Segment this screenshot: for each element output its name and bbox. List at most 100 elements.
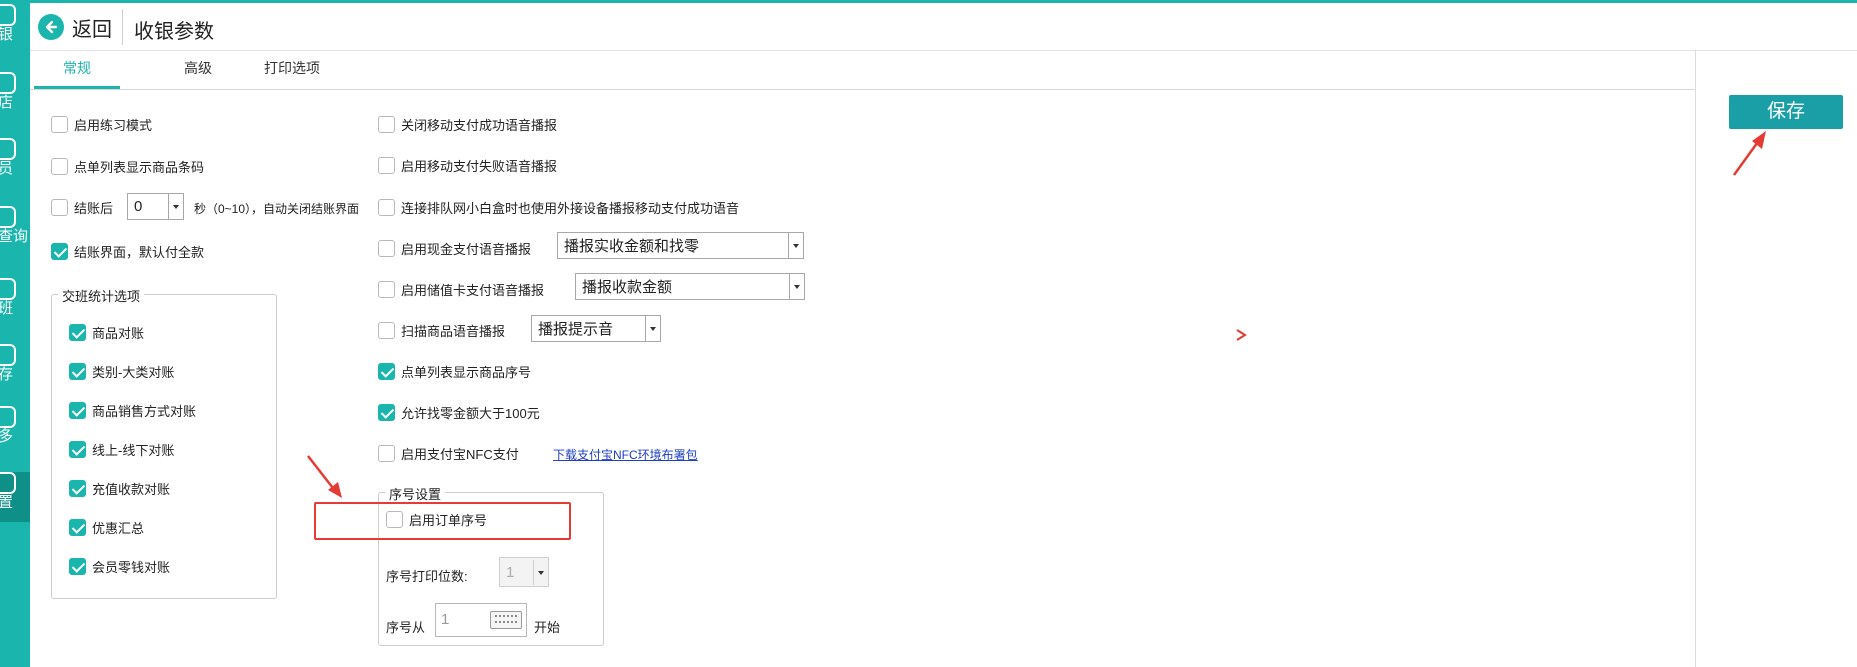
- practice-mode-checkbox[interactable]: 启用练习模式: [51, 115, 152, 134]
- sidebar-item-store[interactable]: 店: [0, 72, 30, 122]
- checkbox-label: 扫描商品语音播报: [401, 324, 506, 339]
- shift-stat-item[interactable]: 线上-线下对账: [69, 440, 174, 459]
- keyboard-icon[interactable]: [490, 611, 522, 629]
- alipay-nfc-checkbox[interactable]: 启用支付宝NFC支付: [378, 444, 519, 463]
- save-button[interactable]: 保存: [1729, 95, 1843, 129]
- dropdown-arrow-icon[interactable]: [645, 316, 660, 341]
- cash-voice-checkbox[interactable]: 启用现金支付语音播报: [378, 239, 531, 258]
- card-voice-select[interactable]: 播报收款金额: [575, 273, 805, 300]
- checkbox-label: 点单列表显示商品条码: [74, 160, 205, 175]
- tab-advanced[interactable]: 高级: [155, 52, 241, 86]
- checkbox-box[interactable]: [69, 324, 86, 341]
- sidebar-item-shift[interactable]: 班: [0, 278, 30, 328]
- sidebar-item-label: 银: [0, 26, 14, 43]
- checkbox-label: 连接排队网小白盒时也使用外接设备播报移动支付成功语音: [401, 201, 740, 216]
- sidebar-item-label: 查询: [0, 228, 29, 245]
- show-seq-checkbox[interactable]: 点单列表显示商品序号: [378, 362, 531, 381]
- auto-close-checkbox[interactable]: 结账后: [51, 198, 113, 217]
- scan-voice-select[interactable]: 播报提示音: [531, 315, 661, 342]
- checkbox-label: 线上-线下对账: [92, 443, 175, 458]
- serial-digits-select[interactable]: 1: [499, 557, 549, 587]
- serial-start-value: 1: [441, 611, 450, 628]
- sidebar-store-icon: [0, 72, 16, 94]
- checkbox-label: 商品对账: [92, 326, 145, 341]
- checkbox-box[interactable]: [378, 322, 395, 339]
- sidebar-item-settings[interactable]: 置: [0, 472, 30, 522]
- tab-print-options[interactable]: 打印选项: [247, 52, 337, 86]
- sidebar-item-label: 员: [0, 160, 14, 177]
- checkbox-label: 商品销售方式对账: [92, 404, 197, 419]
- auto-close-seconds-select[interactable]: 0: [127, 193, 184, 220]
- checkbox-box[interactable]: [51, 199, 68, 216]
- checkbox-label: 点单列表显示商品序号: [401, 365, 532, 380]
- annotation-highlight-box: [314, 502, 571, 540]
- checkbox-box[interactable]: [378, 363, 395, 380]
- back-button[interactable]: 返回: [38, 12, 112, 42]
- dropdown-arrow-icon[interactable]: [168, 194, 183, 219]
- checkbox-label: 会员零钱对账: [92, 560, 171, 575]
- sidebar-settings-icon: [0, 472, 16, 494]
- serial-start-suffix: 开始: [534, 620, 561, 635]
- shift-stat-item[interactable]: 会员零钱对账: [69, 557, 170, 576]
- dropdown-arrow-icon[interactable]: [788, 233, 803, 258]
- checkbox-box[interactable]: [69, 363, 86, 380]
- shift-stat-item[interactable]: 类别-大类对账: [69, 362, 174, 381]
- checkbox-box[interactable]: [378, 240, 395, 257]
- sidebar-item-query[interactable]: 查询: [0, 206, 30, 256]
- shift-stat-item[interactable]: 优惠汇总: [69, 518, 144, 537]
- right-panel-divider: [1695, 50, 1696, 667]
- sidebar-item-label: 店: [0, 94, 14, 111]
- checkbox-box[interactable]: [69, 558, 86, 575]
- default-full-payment-checkbox[interactable]: 结账界面，默认付全款: [51, 242, 204, 261]
- sidebar-item-member[interactable]: 员: [0, 138, 30, 188]
- sidebar-query-icon: [0, 206, 16, 228]
- select-value: 1: [506, 563, 515, 581]
- sidebar-item-more[interactable]: 多: [0, 406, 30, 456]
- annotation-arrow-icon: [307, 455, 342, 498]
- shift-stat-item[interactable]: 充值收款对账: [69, 479, 170, 498]
- sidebar-item-cashier[interactable]: 银: [0, 4, 30, 54]
- annotation-arrow-icon: [1732, 131, 1766, 176]
- checkbox-box[interactable]: [69, 441, 86, 458]
- cash-voice-select[interactable]: 播报实收金额和找零: [557, 232, 804, 259]
- select-value: 播报实收金额和找零: [564, 238, 700, 255]
- checkbox-label: 启用支付宝NFC支付: [401, 447, 519, 462]
- checkbox-box[interactable]: [51, 158, 68, 175]
- checkbox-box[interactable]: [378, 445, 395, 462]
- serial-start-label: 序号从: [386, 620, 426, 635]
- card-voice-checkbox[interactable]: 启用储值卡支付语音播报: [378, 280, 544, 299]
- scan-voice-checkbox[interactable]: 扫描商品语音播报: [378, 321, 505, 340]
- checkbox-box[interactable]: [69, 402, 86, 419]
- shift-stat-item[interactable]: 商品对账: [69, 323, 144, 342]
- sidebar-item-deposit[interactable]: 存: [0, 344, 30, 394]
- shift-stat-item[interactable]: 商品销售方式对账: [69, 401, 196, 420]
- sidebar-item-label: 班: [0, 300, 14, 317]
- checkbox-label: 充值收款对账: [92, 482, 171, 497]
- checkbox-box[interactable]: [69, 519, 86, 536]
- dropdown-arrow-icon[interactable]: [533, 559, 548, 585]
- show-barcode-checkbox[interactable]: 点单列表显示商品条码: [51, 157, 204, 176]
- header-divider: [122, 9, 123, 45]
- tab-general[interactable]: 常规: [34, 52, 120, 89]
- annotation-chevron-icon: [1236, 329, 1247, 341]
- nfc-download-link[interactable]: 下载支付宝NFC环境布署包: [553, 446, 698, 463]
- dropdown-arrow-icon[interactable]: [789, 274, 804, 299]
- checkbox-box[interactable]: [378, 157, 395, 174]
- checkbox-box[interactable]: [378, 199, 395, 216]
- mobile-fail-voice-checkbox[interactable]: 启用移动支付失败语音播报: [378, 156, 557, 175]
- close-mobile-voice-checkbox[interactable]: 关闭移动支付成功语音播报: [378, 115, 557, 134]
- checkbox-box[interactable]: [378, 116, 395, 133]
- tab-bar: 常规 高级 打印选项: [30, 52, 1695, 90]
- allow-change-checkbox[interactable]: 允许找零金额大于100元: [378, 403, 540, 422]
- checkbox-label: 类别-大类对账: [92, 365, 175, 380]
- checkbox-label: 启用现金支付语音播报: [401, 242, 532, 257]
- queue-box-voice-checkbox[interactable]: 连接排队网小白盒时也使用外接设备播报移动支付成功语音: [378, 198, 739, 217]
- checkbox-box[interactable]: [51, 116, 68, 133]
- checkbox-box[interactable]: [378, 281, 395, 298]
- checkbox-box[interactable]: [378, 404, 395, 421]
- checkbox-box[interactable]: [69, 480, 86, 497]
- group-title: 交班统计选项: [58, 286, 145, 305]
- sidebar-more-icon: [0, 406, 16, 428]
- checkbox-box[interactable]: [51, 243, 68, 260]
- serial-start-input[interactable]: 1: [435, 603, 527, 637]
